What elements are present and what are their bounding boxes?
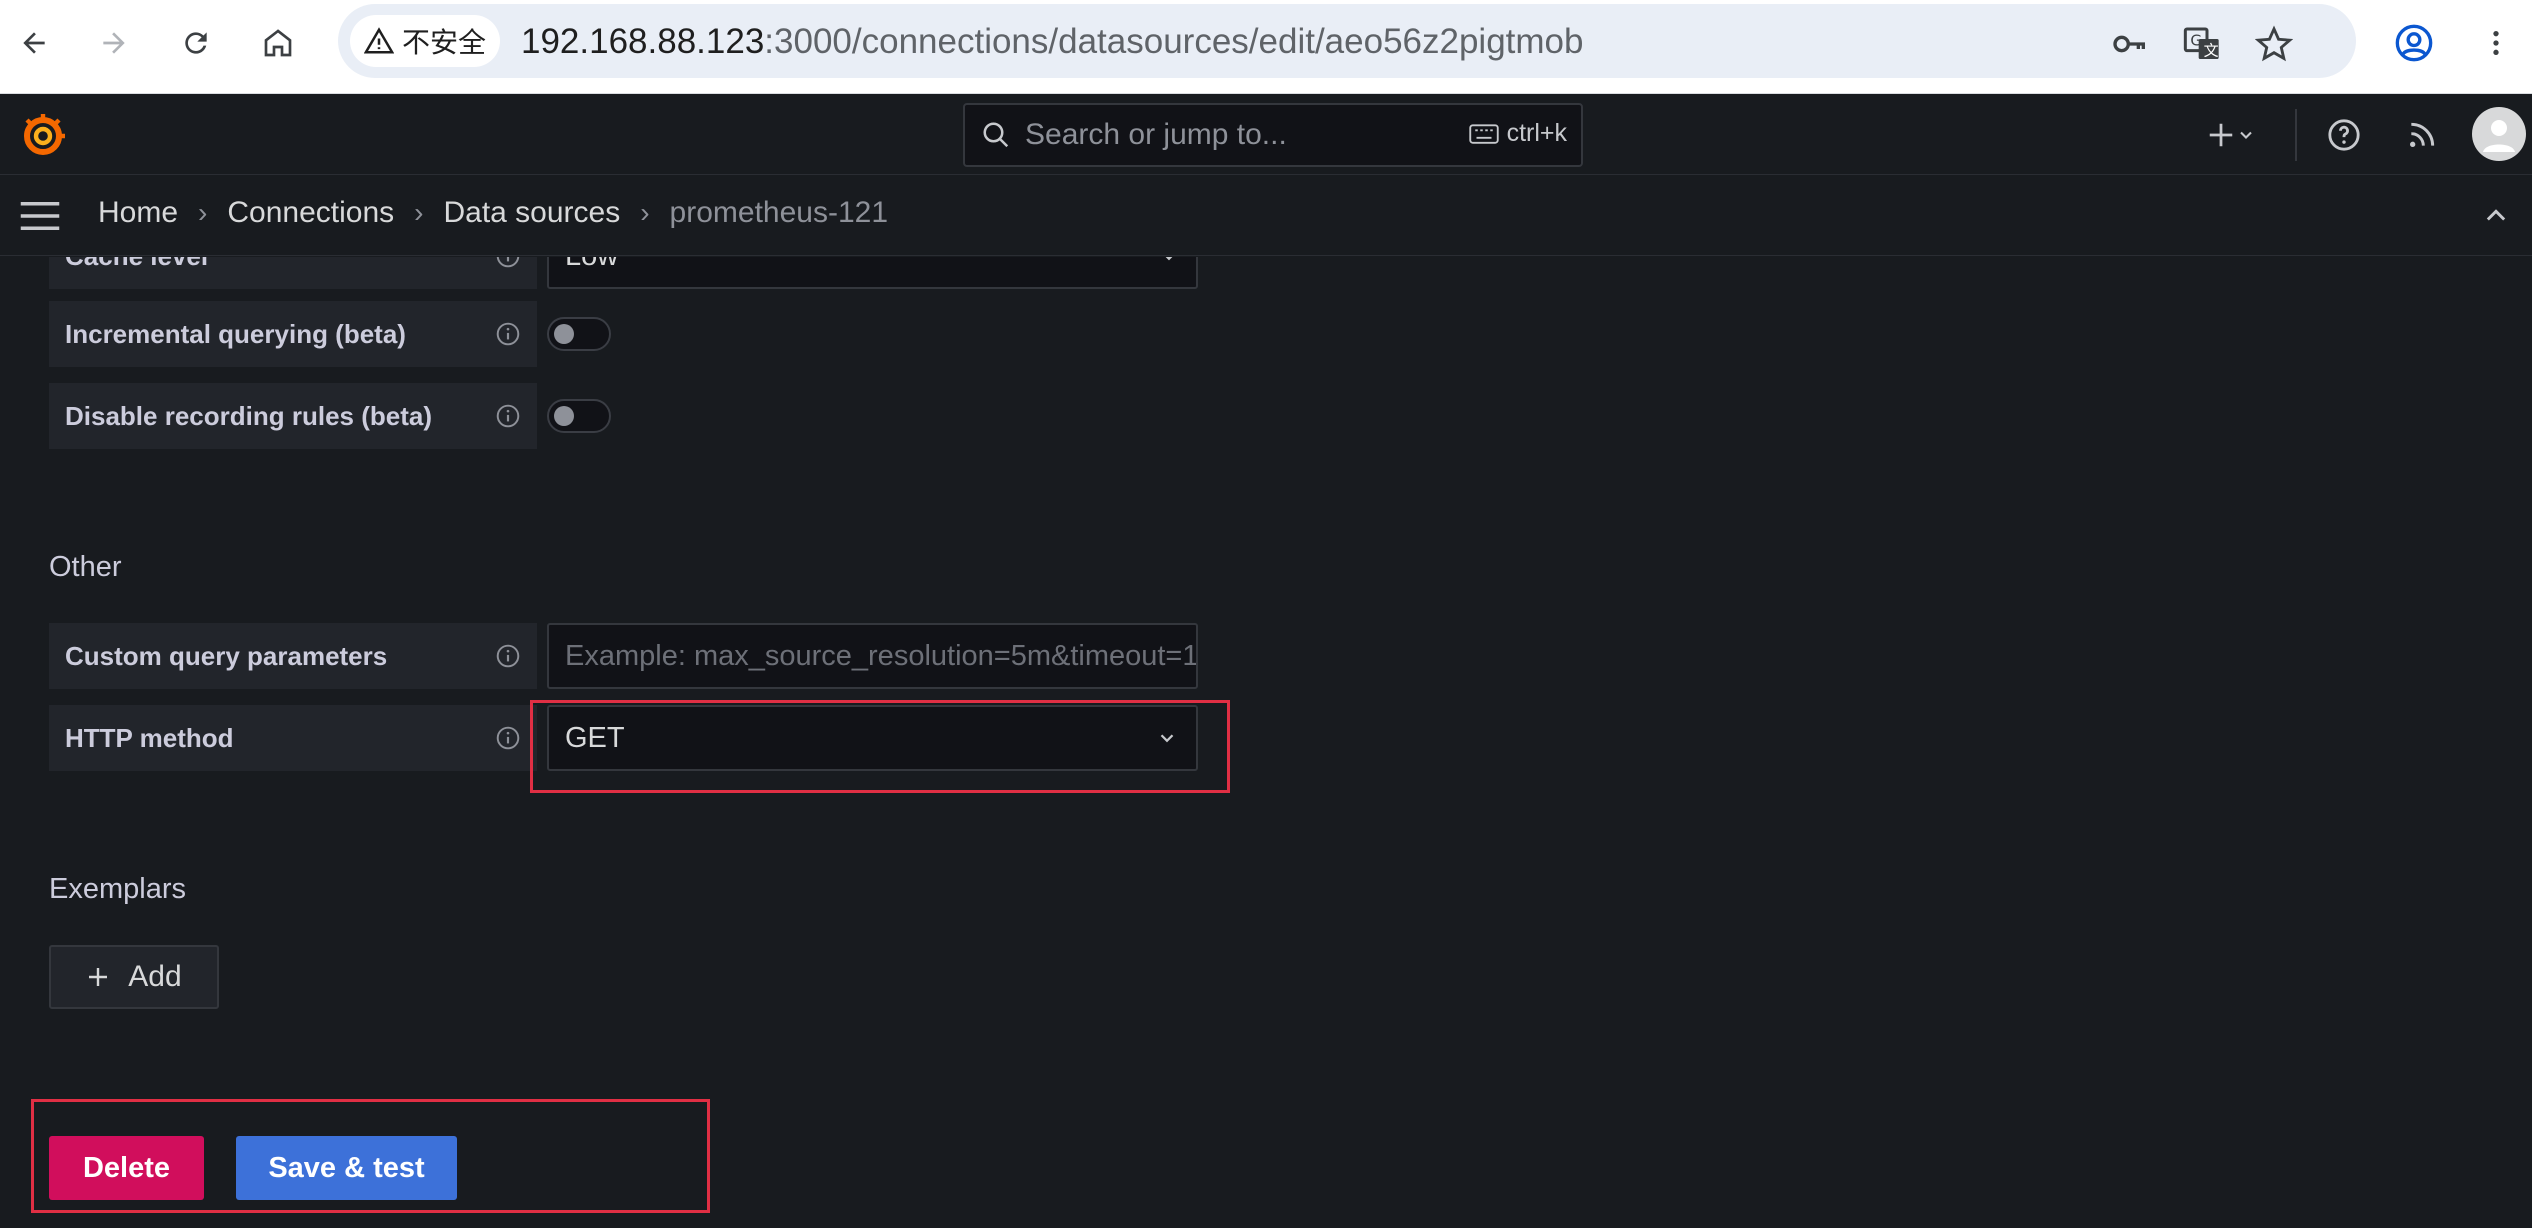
home-button[interactable]	[254, 19, 302, 67]
hamburger-icon	[20, 202, 60, 230]
warning-icon	[364, 27, 394, 54]
star-icon	[2255, 25, 2293, 62]
plus-icon	[2209, 123, 2233, 147]
custom-query-params-placeholder: Example: max_source_resolution=5m&timeou…	[565, 639, 1196, 672]
grafana-topbar: Search or jump to... ctrl+k	[0, 95, 2532, 175]
forward-button[interactable]	[90, 19, 138, 67]
collapse-header-button[interactable]	[2476, 196, 2516, 236]
chevron-down-icon	[2240, 131, 2252, 139]
incremental-querying-label-text: Incremental querying (beta)	[65, 318, 406, 349]
breadcrumb-data-sources[interactable]: Data sources	[443, 196, 620, 230]
exemplars-section-title: Exemplars	[49, 873, 186, 905]
translate-button[interactable]: G文	[2180, 22, 2224, 66]
key-icon	[2113, 35, 2145, 53]
breadcrumb-separator: ›	[640, 197, 650, 228]
back-button[interactable]	[10, 19, 58, 67]
bookmark-button[interactable]	[2252, 22, 2296, 66]
cache-level-value: Low	[565, 257, 618, 273]
new-menu-button[interactable]	[2196, 111, 2266, 159]
toggle-knob	[554, 324, 574, 344]
actions-highlight	[31, 1099, 710, 1213]
incremental-querying-toggle[interactable]	[547, 317, 611, 351]
home-icon	[264, 29, 292, 57]
add-exemplar-label: Add	[128, 960, 182, 993]
more-vert-icon	[2493, 31, 2499, 55]
url-text[interactable]: 192.168.88.123:3000/connections/datasour…	[521, 22, 1583, 62]
toolbar-divider	[2295, 109, 2297, 161]
chevron-down-icon	[1165, 257, 1173, 261]
cache-level-label: Cache level	[49, 257, 537, 289]
http-method-label: HTTP method	[49, 705, 537, 771]
chevron-up-icon	[2486, 209, 2506, 221]
breadcrumb-current: prometheus-121	[669, 196, 889, 229]
custom-query-params-input[interactable]: Example: max_source_resolution=5m&timeou…	[547, 623, 1198, 689]
info-icon[interactable]	[495, 403, 521, 429]
breadcrumb-separator: ›	[414, 197, 424, 228]
translate-icon: G文	[2183, 27, 2219, 60]
account-icon	[2395, 24, 2433, 62]
datasource-settings-form: Cache level Low Incremental querying (be…	[0, 257, 2532, 1228]
breadcrumb-bar: Home › Connections › Data sources › prom…	[0, 176, 2532, 256]
custom-query-params-label: Custom query parameters	[49, 623, 537, 689]
custom-query-params-label-text: Custom query parameters	[65, 640, 388, 671]
help-icon	[2328, 119, 2360, 151]
disable-recording-rules-label: Disable recording rules (beta)	[49, 383, 537, 449]
breadcrumb-connections[interactable]: Connections	[227, 196, 394, 230]
security-indicator[interactable]: 不安全	[350, 15, 500, 67]
http-method-highlight	[530, 700, 1230, 793]
breadcrumb: Home › Connections › Data sources › prom…	[98, 196, 888, 230]
grafana-logo-icon[interactable]	[16, 109, 70, 163]
menu-toggle-button[interactable]	[16, 194, 64, 238]
browser-toolbar: 不安全 192.168.88.123:3000/connections/data…	[0, 0, 2532, 94]
back-arrow-icon	[23, 32, 45, 54]
http-method-label-text: HTTP method	[65, 722, 234, 753]
svg-text:文: 文	[2204, 42, 2219, 60]
rss-icon	[2410, 122, 2435, 147]
shortcut-text: ctrl+k	[1506, 119, 1567, 147]
url-path: :3000/connections/datasources/edit/aeo56…	[764, 22, 1584, 61]
toggle-knob	[554, 406, 574, 426]
info-icon[interactable]	[495, 257, 521, 269]
plus-icon	[89, 968, 108, 986]
keyboard-icon	[1468, 123, 1499, 144]
reload-button[interactable]	[172, 19, 220, 67]
security-label: 不安全	[402, 27, 487, 58]
disable-recording-rules-label-text: Disable recording rules (beta)	[65, 400, 432, 431]
search-placeholder: Search or jump to...	[1025, 118, 1287, 151]
profile-button[interactable]	[2390, 19, 2438, 67]
cache-level-label-text: Cache level	[65, 257, 208, 272]
info-icon[interactable]	[495, 643, 521, 669]
browser-menu-button[interactable]	[2472, 19, 2520, 67]
address-bar[interactable]: 不安全 192.168.88.123:3000/connections/data…	[338, 4, 2356, 78]
info-icon[interactable]	[495, 725, 521, 751]
breadcrumb-home[interactable]: Home	[98, 196, 178, 230]
url-host: 192.168.88.123	[521, 22, 765, 61]
avatar-icon	[2483, 120, 2515, 152]
news-button[interactable]	[2398, 111, 2446, 159]
reload-icon	[185, 32, 207, 54]
search-icon	[983, 122, 1009, 148]
search-bar[interactable]: Search or jump to... ctrl+k	[963, 103, 1583, 167]
disable-recording-rules-toggle[interactable]	[547, 399, 611, 433]
password-key-button[interactable]	[2108, 22, 2152, 66]
add-exemplar-button[interactable]: Add	[49, 945, 219, 1009]
forward-arrow-icon	[103, 32, 125, 54]
cache-level-select[interactable]: Low	[547, 257, 1198, 289]
help-button[interactable]	[2320, 111, 2368, 159]
other-section-title: Other	[49, 551, 122, 583]
incremental-querying-label: Incremental querying (beta)	[49, 301, 537, 367]
shortcut-hint: ctrl+k	[1468, 119, 1567, 148]
info-icon[interactable]	[495, 321, 521, 347]
user-avatar[interactable]	[2472, 107, 2526, 161]
breadcrumb-separator: ›	[198, 197, 208, 228]
